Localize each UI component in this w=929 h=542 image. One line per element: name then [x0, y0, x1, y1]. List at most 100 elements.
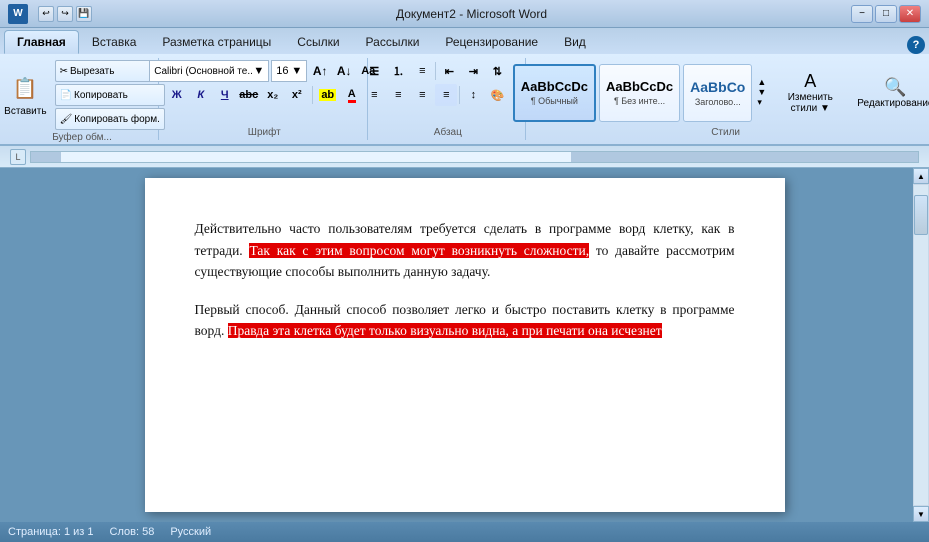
scroll-track[interactable]	[914, 185, 928, 505]
increase-indent-button[interactable]: ⇥	[462, 60, 484, 82]
font-color-button[interactable]: A	[341, 84, 363, 106]
minimize-button[interactable]: −	[851, 5, 873, 23]
close-button[interactable]: ✕	[899, 5, 921, 23]
paragraph-top-row: ☰ ⒈ ≡ ⇤ ⇥ ⇅ ¶	[363, 60, 532, 82]
paste-button[interactable]: 📋 Вставить	[0, 71, 52, 120]
bullets-button[interactable]: ☰	[363, 60, 385, 82]
style-normal-label: ¶ Обычный	[531, 96, 578, 106]
shading-button[interactable]: 🎨	[486, 84, 508, 106]
highlight-button[interactable]: ab	[317, 84, 339, 106]
save-button[interactable]: 💾	[76, 6, 92, 22]
ribbon-tabs: Главная Вставка Разметка страницы Ссылки…	[0, 28, 929, 54]
redo-button[interactable]: ↪	[57, 6, 73, 22]
font-name-dropdown[interactable]: Calibri (Основной те... ▼	[149, 60, 269, 82]
underline-button[interactable]: Ч	[214, 84, 236, 106]
word-count: Слов: 58	[110, 526, 155, 538]
ribbon-content: 📋 Вставить ✂ Вырезать 📄 Копировать 🖌 Коп…	[0, 54, 929, 144]
divider	[312, 86, 313, 104]
style-heading-preview: AaBbCo	[690, 79, 745, 95]
increase-font-button[interactable]: A↑	[309, 60, 331, 82]
styles-up-arrow[interactable]: ▲	[757, 77, 766, 87]
bold-button[interactable]: Ж	[166, 84, 188, 106]
maximize-button[interactable]: □	[875, 5, 897, 23]
styles-group-label: Стили	[711, 127, 740, 138]
paste-icon: 📋	[10, 74, 40, 104]
paragraph-controls: ☰ ⒈ ≡ ⇤ ⇥ ⇅ ¶ ≡ ≡ ≡ ≡ ↕ 🎨 ⊞	[363, 60, 532, 125]
strikethrough-button[interactable]: abc	[238, 84, 260, 106]
document-page[interactable]: Действительно часто пользователям требуе…	[145, 178, 785, 512]
editing-group: 🔍 Редактирование	[852, 74, 929, 112]
paragraph-group-label: Абзац	[434, 127, 462, 138]
align-center-button[interactable]: ≡	[387, 84, 409, 106]
editing-button[interactable]: 🔍 Редактирование	[852, 74, 929, 112]
align-justify-button[interactable]: ≡	[435, 84, 457, 106]
page-info: Страница: 1 из 1	[8, 526, 94, 538]
tab-page-layout[interactable]: Разметка страницы	[149, 30, 284, 54]
tab-review[interactable]: Рецензирование	[432, 30, 551, 54]
superscript-button[interactable]: x²	[286, 84, 308, 106]
subscript-button[interactable]: x₂	[262, 84, 284, 106]
change-styles-button[interactable]: A Изменить стили ▼	[775, 68, 845, 117]
editing-icon: 🔍	[884, 77, 906, 98]
title-bar-left: W ↩ ↪ 💾	[8, 4, 92, 24]
clipboard-buttons: 📋 Вставить ✂ Вырезать 📄 Копировать 🖌 Коп…	[0, 60, 165, 130]
paragraph-1: Действительно часто пользователям требуе…	[195, 218, 735, 283]
style-heading-label: Заголово...	[695, 97, 741, 107]
styles-scroll: ▲ ▼ ▾	[755, 75, 768, 110]
change-styles-label: Изменить стили ▼	[780, 92, 840, 114]
vertical-scrollbar: ▲ ▼	[913, 168, 929, 522]
align-left-button[interactable]: ≡	[363, 84, 385, 106]
decrease-indent-button[interactable]: ⇤	[438, 60, 460, 82]
tab-view[interactable]: Вид	[551, 30, 599, 54]
style-normal-preview: AaBbCcDc	[521, 79, 588, 94]
quick-access-toolbar: ↩ ↪ 💾	[38, 6, 92, 22]
styles-buttons: AaBbCcDc ¶ Обычный AaBbCcDc ¶ Без инте..…	[513, 60, 929, 125]
window-title: Документ2 - Microsoft Word	[396, 7, 547, 21]
ribbon: Главная Вставка Разметка страницы Ссылки…	[0, 28, 929, 146]
multilevel-list-button[interactable]: ≡	[411, 60, 433, 82]
font-size-arrow: ▼	[291, 65, 302, 77]
sort-button[interactable]: ⇅	[486, 60, 508, 82]
horizontal-ruler	[30, 151, 919, 163]
tab-mailings[interactable]: Рассылки	[353, 30, 433, 54]
font-bottom-row: Ж К Ч abc x₂ x² ab A	[166, 84, 363, 106]
ruler: L	[0, 146, 929, 168]
italic-button[interactable]: К	[190, 84, 212, 106]
styles-more-button[interactable]: ▾	[757, 97, 766, 108]
app-icon: W	[8, 4, 28, 24]
para1-highlight: Так как с этим вопросом могут возникнуть…	[249, 243, 589, 258]
style-heading-button[interactable]: AaBbCo Заголово...	[683, 64, 752, 122]
editing-label: Редактирование	[857, 98, 929, 109]
font-controls: Calibri (Основной те... ▼ 16 ▼ A↑ A↓ Aa …	[149, 60, 379, 125]
style-normal-button[interactable]: AaBbCcDc ¶ Обычный	[513, 64, 596, 122]
font-group: Calibri (Основной те... ▼ 16 ▼ A↑ A↓ Aa …	[161, 58, 368, 140]
undo-button[interactable]: ↩	[38, 6, 54, 22]
change-styles-icon: A	[804, 71, 816, 92]
decrease-font-button[interactable]: A↓	[333, 60, 355, 82]
tab-insert[interactable]: Вставка	[79, 30, 150, 54]
align-right-button[interactable]: ≡	[411, 84, 433, 106]
style-no-spacing-button[interactable]: AaBbCcDc ¶ Без инте...	[599, 64, 680, 122]
line-spacing-button[interactable]: ↕	[462, 84, 484, 106]
document-container: Действительно часто пользователям требуе…	[0, 168, 929, 522]
paragraph-bottom-row: ≡ ≡ ≡ ≡ ↕ 🎨 ⊞	[363, 84, 532, 106]
tab-references[interactable]: Ссылки	[284, 30, 352, 54]
tab-home[interactable]: Главная	[4, 30, 79, 54]
clipboard-group-label: Буфер обм...	[52, 132, 112, 143]
divider	[459, 86, 460, 104]
para2-highlight: Правда эта клетка будет только визуально…	[228, 323, 662, 338]
scroll-thumb[interactable]	[914, 195, 928, 235]
scroll-up-button[interactable]: ▲	[913, 168, 929, 184]
styles-down-arrow[interactable]: ▼	[757, 87, 766, 97]
ruler-toggle[interactable]: L	[10, 149, 26, 165]
font-name-value: Calibri (Основной те...	[154, 66, 253, 77]
paste-label: Вставить	[4, 106, 46, 117]
font-size-dropdown[interactable]: 16 ▼	[271, 60, 307, 82]
status-bar: Страница: 1 из 1 Слов: 58 Русский	[0, 522, 929, 542]
font-name-arrow: ▼	[253, 65, 264, 77]
numbering-button[interactable]: ⒈	[387, 60, 409, 82]
help-button[interactable]: ?	[907, 36, 925, 54]
style-no-spacing-label: ¶ Без инте...	[614, 96, 665, 106]
font-top-row: Calibri (Основной те... ▼ 16 ▼ A↑ A↓ Aa	[149, 60, 379, 82]
paragraph-group: ☰ ⒈ ≡ ⇤ ⇥ ⇅ ¶ ≡ ≡ ≡ ≡ ↕ 🎨 ⊞	[370, 58, 526, 140]
